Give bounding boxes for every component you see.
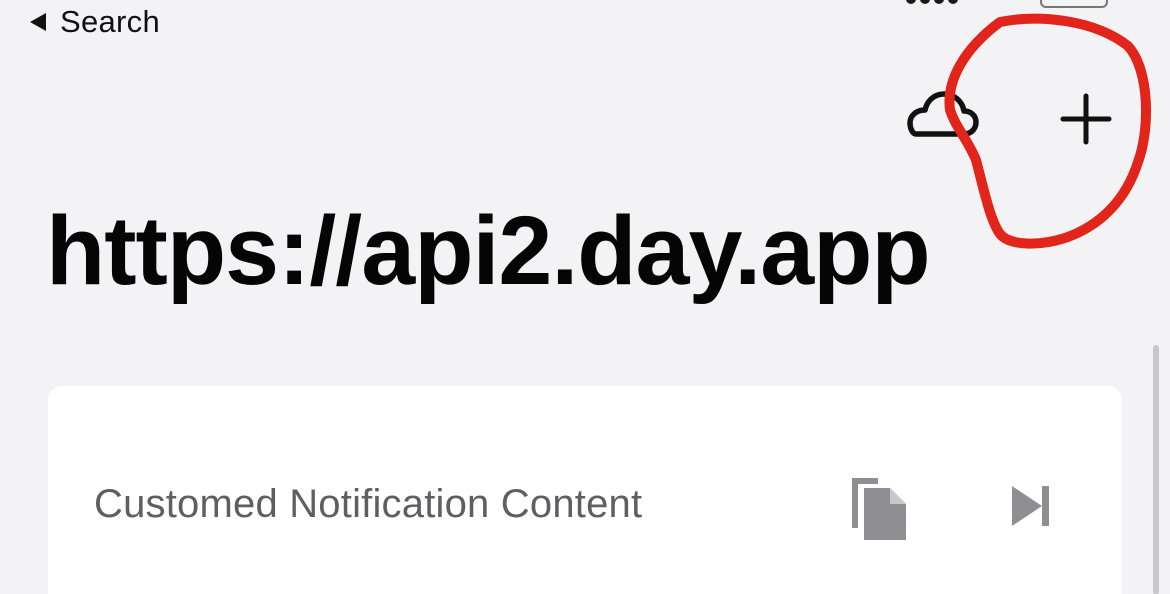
cloud-icon bbox=[907, 91, 979, 137]
page-title: https://api2.day.app bbox=[46, 196, 931, 305]
cellular-signal-icon bbox=[906, 0, 958, 4]
play-skip-icon bbox=[1012, 486, 1049, 526]
copy-button[interactable] bbox=[848, 474, 912, 542]
copy-document-icon bbox=[852, 478, 906, 540]
battery-icon bbox=[1040, 0, 1108, 8]
back-to-search-label: Search bbox=[60, 4, 161, 39]
notification-card: Customed Notification Content bbox=[48, 386, 1122, 594]
back-to-search-button[interactable]: Search bbox=[30, 2, 160, 42]
add-server-button[interactable] bbox=[1052, 86, 1120, 154]
back-triangle-icon bbox=[30, 13, 46, 31]
send-test-button[interactable] bbox=[1008, 482, 1056, 530]
plus-icon bbox=[1060, 93, 1112, 145]
app-screen: Search https://api2.day.app Customed Not… bbox=[0, 0, 1170, 594]
custom-notification-row-label[interactable]: Customed Notification Content bbox=[94, 482, 642, 527]
status-bar: Search bbox=[0, 0, 1170, 44]
cloud-button[interactable] bbox=[902, 86, 982, 146]
scroll-indicator[interactable] bbox=[1153, 345, 1159, 594]
